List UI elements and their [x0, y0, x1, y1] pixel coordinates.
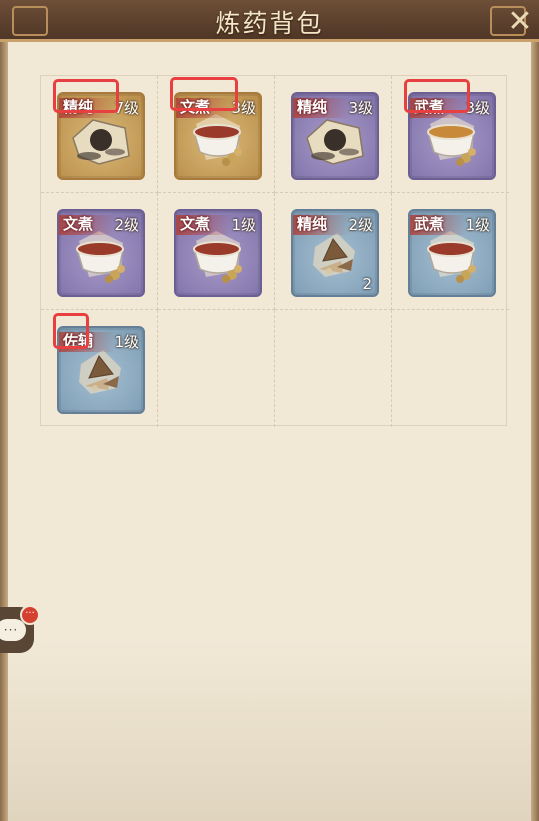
item-count-label: 2 [362, 275, 372, 293]
item-type-label: 武煮 [414, 215, 445, 233]
chat-button[interactable]: ··· ··· [0, 605, 40, 653]
close-x-icon: ✕ [507, 3, 533, 39]
item-level-label: 3级 [465, 99, 490, 117]
inventory-item[interactable]: 文煮 1级 [174, 209, 262, 297]
inventory-item[interactable]: 武煮 3级 [408, 92, 496, 180]
close-button[interactable]: ✕ [503, 3, 537, 39]
item-type-label: 佐辅 [63, 332, 94, 350]
inventory-item[interactable]: 精纯 3级 [291, 92, 379, 180]
inventory-item[interactable]: 精纯 2级 2 [291, 209, 379, 297]
item-level-label: 1级 [114, 333, 139, 351]
item-level-label: 3级 [231, 99, 256, 117]
frame-border-right [531, 40, 539, 821]
item-level-label: 7级 [114, 99, 139, 117]
item-type-label: 文煮 [180, 215, 211, 233]
item-type-label: 文煮 [63, 215, 94, 233]
item-level-label: 2级 [348, 216, 373, 234]
item-level-label: 1级 [231, 216, 256, 234]
inventory-slot[interactable] [158, 310, 275, 427]
background-scenery [8, 640, 531, 821]
item-level-label: 1级 [465, 216, 490, 234]
inventory-item[interactable]: 武煮 1级 [408, 209, 496, 297]
inventory-slot[interactable] [275, 310, 392, 427]
item-type-label: 精纯 [297, 215, 328, 233]
chat-bubble-icon: ··· [0, 619, 26, 641]
inventory-item[interactable]: 精纯 7级 [57, 92, 145, 180]
inventory-window: 炼药背包 ✕ 精纯 7级 文煮 3级 精纯 3级 武煮 3级 文煮 2级 文煮 1级 精纯 2级 2 武煮 1级… [0, 0, 539, 821]
chat-bubble-text: ··· [3, 623, 19, 637]
item-type-label: 精纯 [63, 98, 94, 116]
item-type-label: 文煮 [180, 98, 211, 116]
inventory-item[interactable]: 文煮 3级 [174, 92, 262, 180]
inventory-item[interactable]: 文煮 2级 [57, 209, 145, 297]
title-bar: 炼药背包 ✕ [0, 0, 539, 42]
item-type-label: 武煮 [414, 98, 445, 116]
item-type-label: 精纯 [297, 98, 328, 116]
inventory-item[interactable]: 佐辅 1级 [57, 326, 145, 414]
frame-border-left [0, 40, 8, 821]
chat-notification-badge: ··· [20, 605, 40, 625]
inventory-grid: 精纯 7级 文煮 3级 精纯 3级 武煮 3级 文煮 2级 文煮 1级 精纯 2级 2 武煮 1级 佐辅 1级 [40, 75, 509, 427]
item-level-label: 3级 [348, 99, 373, 117]
inventory-slot[interactable] [392, 310, 509, 427]
item-level-label: 2级 [114, 216, 139, 234]
window-title: 炼药背包 [215, 9, 324, 38]
